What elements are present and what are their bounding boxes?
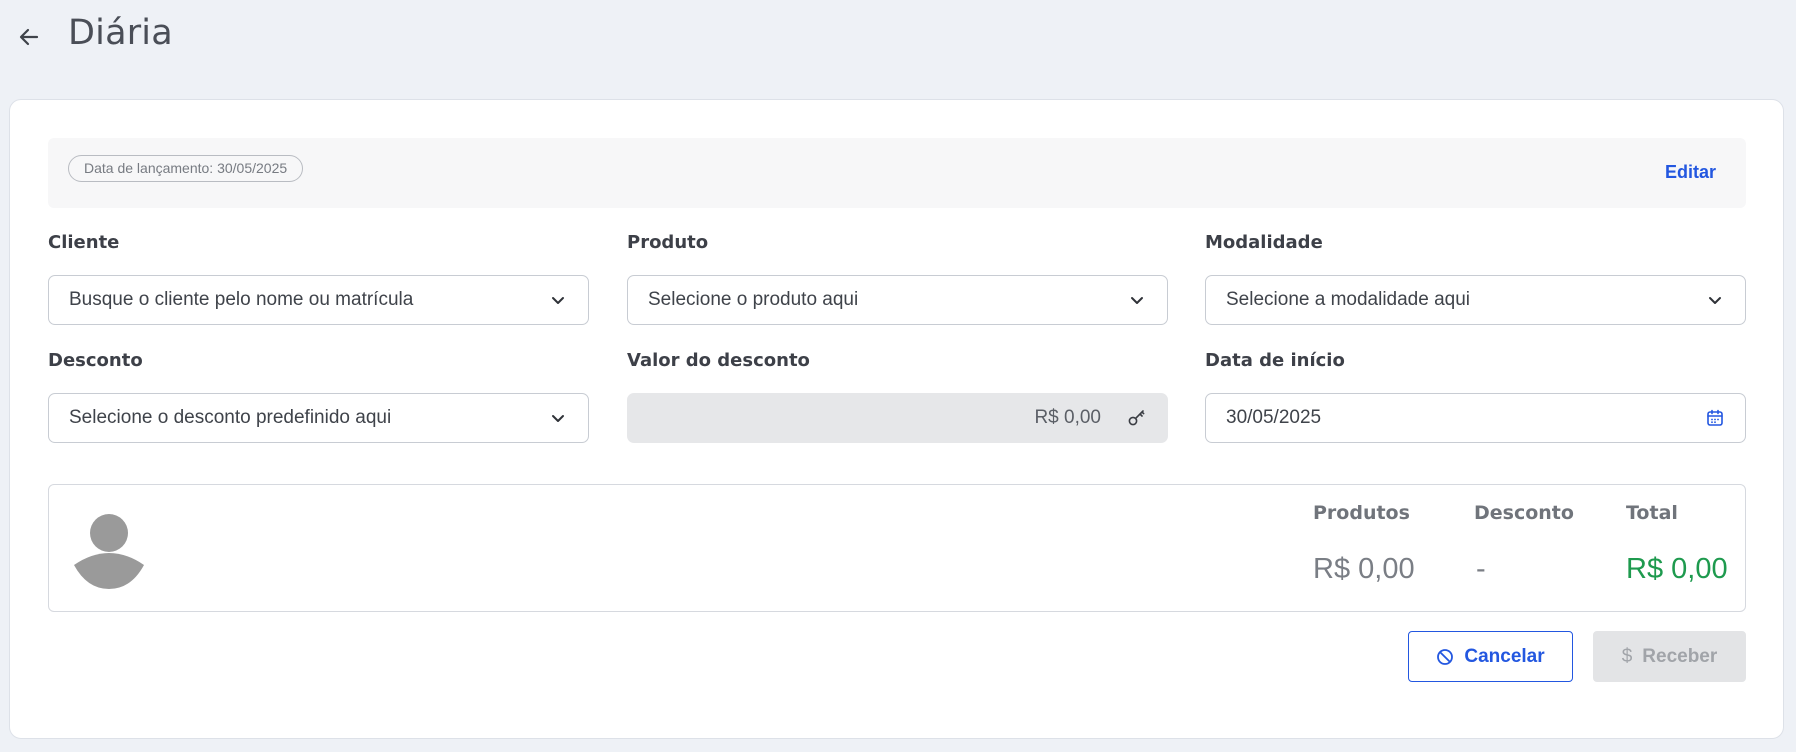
desconto-select[interactable]: Selecione o desconto predefinido aqui [48, 393, 589, 443]
modalidade-label: Modalidade [1205, 232, 1323, 253]
desconto-placeholder: Selecione o desconto predefinido aqui [69, 407, 392, 428]
dollar-icon: $ [1621, 645, 1633, 667]
calendar-icon[interactable] [1705, 408, 1725, 428]
produtos-label: Produtos [1313, 502, 1410, 524]
chevron-down-icon [548, 408, 568, 428]
modalidade-select[interactable]: Selecione a modalidade aqui [1205, 275, 1746, 325]
main-card: Data de lançamento: 30/05/2025 Editar Cl… [9, 99, 1784, 739]
data-inicio-value: 30/05/2025 [1226, 407, 1322, 428]
cliente-label: Cliente [48, 232, 120, 253]
edit-link[interactable]: Editar [1665, 162, 1716, 183]
produto-select[interactable]: Selecione o produto aqui [627, 275, 1168, 325]
produtos-value: R$ 0,00 [1313, 553, 1415, 585]
total-label: Total [1626, 502, 1678, 524]
valor-desconto-value: R$ 0,00 [1034, 407, 1101, 428]
user-icon [74, 514, 144, 589]
back-button[interactable] [14, 22, 44, 52]
cancel-button[interactable]: Cancelar [1408, 631, 1573, 682]
info-bar: Data de lançamento: 30/05/2025 Editar [48, 138, 1746, 208]
cliente-placeholder: Busque o cliente pelo nome ou matrícula [69, 289, 414, 310]
data-inicio-label: Data de início [1205, 350, 1345, 371]
total-value: R$ 0,00 [1626, 553, 1728, 585]
chevron-down-icon [1705, 290, 1725, 310]
receive-button-label: Receber [1642, 645, 1718, 667]
launch-date-badge: Data de lançamento: 30/05/2025 [68, 155, 304, 182]
cliente-select[interactable]: Busque o cliente pelo nome ou matrícula [48, 275, 589, 325]
valor-desconto-input: R$ 0,00 [627, 393, 1168, 443]
valor-desconto-label: Valor do desconto [627, 350, 810, 371]
chevron-down-icon [1127, 290, 1147, 310]
receive-button[interactable]: $ Receber [1593, 631, 1746, 682]
cancel-button-label: Cancelar [1464, 645, 1545, 667]
page-title: Diária [68, 13, 173, 53]
produto-placeholder: Selecione o produto aqui [648, 289, 859, 310]
desconto-label: Desconto [48, 350, 143, 371]
chevron-down-icon [548, 290, 568, 310]
avatar [74, 513, 144, 589]
page-header: Diária [0, 0, 1796, 70]
key-icon[interactable] [1127, 408, 1147, 428]
desconto-summary-value: - [1476, 553, 1486, 585]
produto-label: Produto [627, 232, 709, 253]
modalidade-placeholder: Selecione a modalidade aqui [1226, 289, 1471, 310]
ban-icon [1437, 648, 1454, 665]
summary-panel: Produtos R$ 0,00 Desconto - Total R$ 0,0… [48, 484, 1746, 612]
arrow-left-icon [19, 28, 39, 46]
data-inicio-input[interactable]: 30/05/2025 [1205, 393, 1746, 443]
desconto-summary-label: Desconto [1474, 502, 1574, 524]
